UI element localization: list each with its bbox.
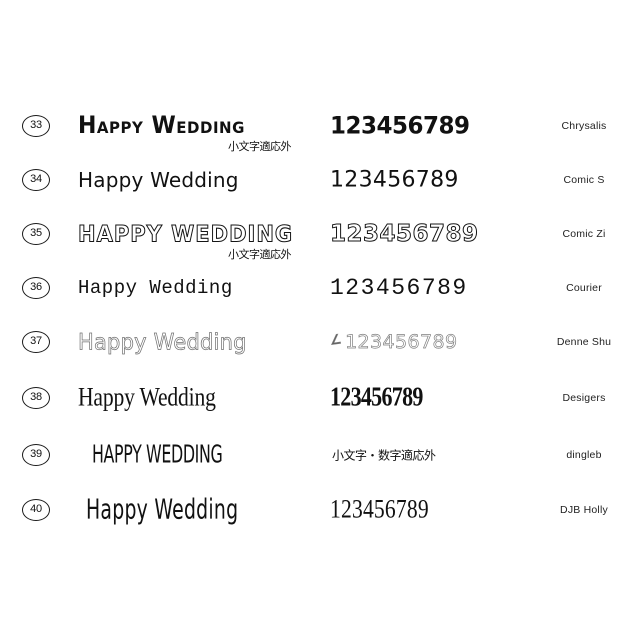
sample-text: Happy Wedding [78, 112, 245, 139]
row-index-badge: 39 [22, 443, 50, 466]
sample-text: Happy Wedding [86, 494, 239, 525]
font-name-label: Comic Zi [562, 227, 606, 240]
font-sample-row[interactable]: 36 Happy Wedding 123456789 Courier [0, 260, 640, 315]
font-sample-row[interactable]: 35 Happy Wedding 小文字適応外 123456789 Comic … [0, 206, 640, 261]
font-name-label: Comic S [563, 173, 605, 186]
sample-numerals: 123456789 [330, 220, 479, 247]
sample-text: Happy Wedding [78, 276, 233, 299]
row-index-badge: 33 [22, 114, 50, 137]
font-sample-row[interactable]: 37 Happy Wedding ∠ 123456789 Denne Shu [0, 314, 640, 369]
sample-text: Happy Wedding [92, 440, 223, 469]
row-index-badge: 37 [22, 330, 50, 353]
font-sample-sheet: 33 Happy Wedding 小文字適応外 123456789 Chrysa… [0, 0, 640, 640]
sample-text: Happy Wedding [78, 220, 294, 247]
font-sample-row[interactable]: 34 Happy Wedding 123456789 Comic S [0, 152, 640, 207]
sample-numerals: 123456789 [330, 382, 423, 412]
sample-text: Happy Wedding [78, 167, 239, 192]
font-name-label: Desigers [562, 391, 606, 404]
sample-numerals: 123456789 [330, 274, 468, 301]
font-name-label: Chrysalis [561, 119, 607, 132]
row-index-badge: 34 [22, 168, 50, 191]
font-name-label: dingleb [566, 448, 602, 461]
font-sample-row[interactable]: 40 Happy Wedding 123456789 DJB Holly [0, 482, 640, 537]
sample-text: Happy Wedding [78, 328, 247, 355]
font-name-label: DJB Holly [560, 503, 608, 516]
font-name-label: Courier [566, 281, 602, 294]
row-index-badge: 35 [22, 222, 50, 245]
row-note: 小文字・数字適応外 [332, 448, 436, 462]
font-sample-row[interactable]: 33 Happy Wedding 小文字適応外 123456789 Chrysa… [0, 98, 640, 153]
font-sample-row[interactable]: 39 Happy Wedding 小文字・数字適応外 dingleb [0, 427, 640, 482]
sample-numerals: 123456789 [345, 330, 458, 353]
sample-numerals: 123456789 [330, 494, 429, 524]
sample-numerals: 123456789 [330, 111, 470, 140]
row-index-badge: 38 [22, 386, 50, 409]
angle-mark-icon: ∠ [329, 331, 344, 349]
row-index-badge: 36 [22, 276, 50, 299]
sample-numerals: 123456789 [330, 167, 459, 192]
sample-numerals-group: ∠ 123456789 [329, 330, 525, 353]
row-index-badge: 40 [22, 498, 50, 521]
font-sample-row[interactable]: 38 Happy Wedding 123456789 Desigers [0, 370, 640, 425]
sample-text: Happy Wedding [78, 382, 216, 412]
font-name-label: Denne Shu [556, 335, 612, 348]
